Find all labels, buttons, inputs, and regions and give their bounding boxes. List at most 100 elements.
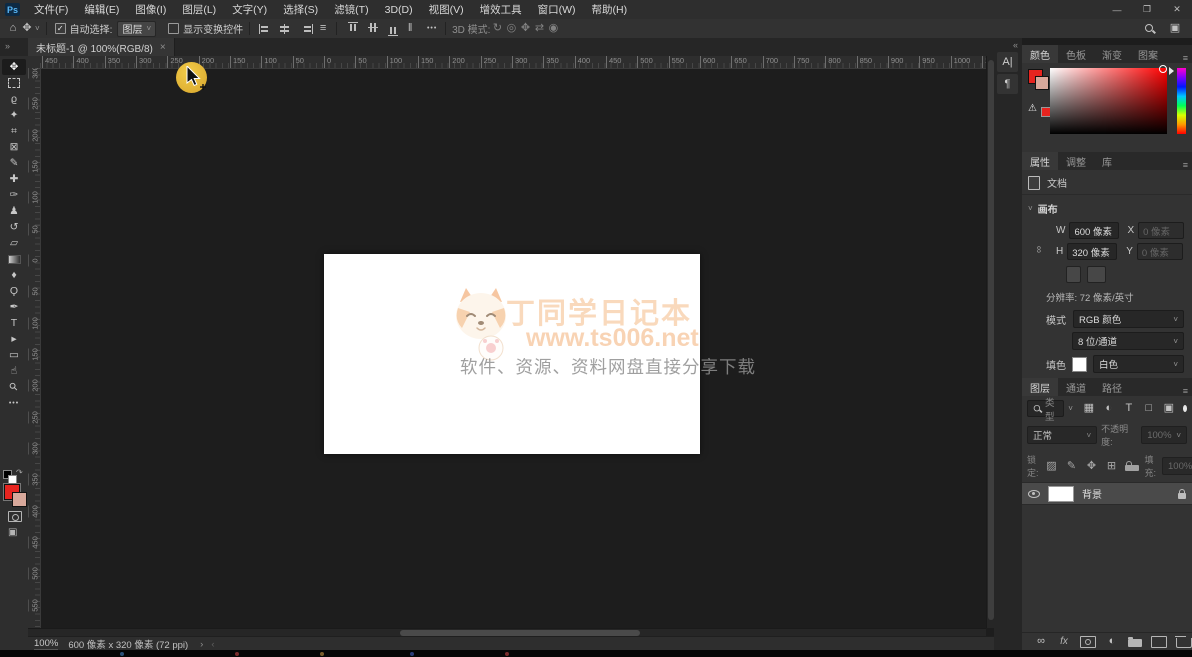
close-button[interactable]: ✕ <box>1162 0 1192 19</box>
menu-item-11[interactable]: 帮助(H) <box>584 0 636 19</box>
home-icon[interactable]: ⌂ <box>6 21 20 36</box>
menu-item-5[interactable]: 选择(S) <box>275 0 326 19</box>
status-expand-icon[interactable]: › <box>200 639 203 650</box>
marquee-tool[interactable] <box>2 75 26 91</box>
chevron-down-icon[interactable]: ˅ <box>1028 204 1033 213</box>
lock-paint-icon[interactable]: ✎ <box>1065 459 1079 474</box>
align-right-edges-icon[interactable] <box>299 24 313 34</box>
color-mode-dropdown[interactable]: RGB 颜色˅ <box>1073 310 1184 328</box>
saturation-brightness-box[interactable] <box>1050 68 1167 134</box>
menu-item-2[interactable]: 图像(I) <box>127 0 174 19</box>
portrait-orientation-button[interactable] <box>1066 266 1081 283</box>
paragraph-panel-button[interactable]: ¶ <box>997 74 1018 94</box>
color-picker-marker[interactable] <box>1159 65 1167 73</box>
filter-smart-objects-icon[interactable]: ▣ <box>1162 401 1176 416</box>
layer-thumbnail[interactable] <box>1048 486 1074 502</box>
chevron-down-icon[interactable]: ˅ <box>35 24 40 33</box>
layer-row-background[interactable]: 背景 <box>1022 482 1192 505</box>
bit-depth-dropdown[interactable]: 8 位/通道˅ <box>1072 332 1184 350</box>
swap-colors-icon[interactable]: ↷ <box>16 468 23 477</box>
color-tab-2[interactable]: 渐变 <box>1094 45 1130 63</box>
move-tool[interactable]: ✥ <box>2 59 26 75</box>
move-tool-icon[interactable]: ✥ <box>20 21 34 36</box>
dodge-tool[interactable]: Ϙ <box>2 283 26 299</box>
rectangle-tool[interactable]: ▭ <box>2 347 26 363</box>
align-v-centers-icon[interactable] <box>368 22 378 36</box>
properties-tab-1[interactable]: 调整 <box>1058 152 1094 170</box>
status-collapse-icon[interactable]: ‹ <box>211 639 214 650</box>
adjustment-layer-icon[interactable]: ◐ <box>1105 634 1119 649</box>
brush-tool[interactable]: ✑ <box>2 187 26 203</box>
layers-tab-1[interactable]: 通道 <box>1058 378 1094 396</box>
align-bottom-edges-icon[interactable] <box>388 22 398 36</box>
distribute-v-icon[interactable]: ‖ <box>403 21 417 36</box>
filter-type-layers-icon[interactable]: T <box>1122 401 1136 416</box>
gamut-warning-icon[interactable]: ⚠ <box>1028 103 1037 114</box>
restore-button[interactable]: ❐ <box>1132 0 1162 19</box>
lock-all-icon[interactable] <box>1125 465 1139 471</box>
x-field[interactable]: 0 像素 <box>1138 222 1184 239</box>
constrain-link-icon[interactable]: ∞ <box>1033 246 1044 253</box>
background-color-swatch[interactable] <box>12 492 27 507</box>
path-selection-tool[interactable]: ▸ <box>2 331 26 347</box>
layers-tab-0[interactable]: 图层 <box>1022 378 1058 396</box>
new-layer-icon[interactable] <box>1151 636 1167 648</box>
pen-tool[interactable]: ✒ <box>2 299 26 315</box>
3d-slide-icon[interactable]: ⇄ <box>532 21 546 36</box>
blend-mode-dropdown[interactable]: 正常˅ <box>1027 426 1097 444</box>
properties-tab-2[interactable]: 库 <box>1094 152 1120 170</box>
zoom-tool[interactable]: ⚲ <box>2 379 26 395</box>
eyedropper-tool[interactable]: ✎ <box>2 155 26 171</box>
lasso-tool[interactable]: ϱ <box>2 91 26 107</box>
panel-menu-icon[interactable]: ≡ <box>1183 160 1192 170</box>
menu-item-4[interactable]: 文字(Y) <box>224 0 275 19</box>
menu-item-7[interactable]: 3D(D) <box>377 0 421 19</box>
quick-mask-button[interactable] <box>8 511 22 525</box>
history-brush-tool[interactable]: ↺ <box>2 219 26 235</box>
layer-fill-dropdown[interactable]: 100%˅ <box>1162 457 1192 475</box>
properties-tab-0[interactable]: 属性 <box>1022 152 1058 170</box>
y-field[interactable]: 0 像素 <box>1137 243 1183 260</box>
menu-item-1[interactable]: 编辑(E) <box>76 0 127 19</box>
show-transform-checkbox[interactable] <box>168 23 179 34</box>
clone-stamp-tool[interactable]: ♟ <box>2 203 26 219</box>
minimize-button[interactable]: — <box>1102 0 1132 19</box>
layer-visibility-icon[interactable] <box>1028 490 1040 498</box>
crop-tool[interactable]: ⌗ <box>2 123 26 139</box>
quick-selection-tool[interactable]: ✦ <box>2 107 26 123</box>
filter-toggle-icon[interactable] <box>1183 405 1187 412</box>
lock-artboard-icon[interactable]: ⊞ <box>1105 459 1119 474</box>
character-panel-button[interactable]: A| <box>997 52 1018 72</box>
search-icon[interactable] <box>1144 23 1158 35</box>
3d-camera-icon[interactable]: ◉ <box>546 21 560 36</box>
landscape-orientation-button[interactable] <box>1087 266 1106 283</box>
opacity-dropdown[interactable]: 100%˅ <box>1141 426 1187 444</box>
screen-mode-button[interactable]: ▣ <box>8 527 17 538</box>
layer-filter-box[interactable]: 类型 <box>1027 400 1064 417</box>
layers-tab-2[interactable]: 路径 <box>1094 378 1130 396</box>
gradient-tool[interactable] <box>2 251 26 267</box>
collapse-toolbar-icon[interactable]: » <box>5 41 10 51</box>
blur-tool[interactable]: ♦ <box>2 267 26 283</box>
color-tab-1[interactable]: 色板 <box>1058 45 1094 63</box>
align-top-edges-icon[interactable] <box>348 22 358 36</box>
menu-item-8[interactable]: 视图(V) <box>421 0 472 19</box>
vertical-ruler[interactable]: 3002502001501005005010015020025030035040… <box>28 68 41 628</box>
color-tab-3[interactable]: 图案 <box>1130 45 1166 63</box>
auto-select-checkbox[interactable]: ✓ <box>55 23 66 34</box>
background-color-swatch[interactable] <box>1035 76 1049 90</box>
distribute-h-icon[interactable]: ≡ <box>316 21 330 36</box>
panel-menu-icon[interactable]: ≡ <box>1183 53 1192 63</box>
more-options-icon[interactable]: ••• <box>425 21 439 36</box>
filter-pixel-layers-icon[interactable]: ▦ <box>1082 401 1096 416</box>
align-left-edges-icon[interactable] <box>259 24 273 34</box>
link-layers-icon[interactable]: ∞ <box>1034 634 1048 649</box>
3d-drag-icon[interactable]: ✥ <box>518 21 532 36</box>
zoom-level-field[interactable]: 100% <box>34 638 58 650</box>
3d-rotate-icon[interactable]: ↻ <box>490 21 504 36</box>
filter-shape-layers-icon[interactable]: □ <box>1142 401 1156 416</box>
hand-tool[interactable]: ☝ <box>2 363 26 379</box>
filter-adjustment-layers-icon[interactable]: ◐ <box>1102 401 1116 416</box>
layer-mask-icon[interactable] <box>1080 636 1096 648</box>
canvas-fill-swatch[interactable] <box>1072 357 1087 372</box>
